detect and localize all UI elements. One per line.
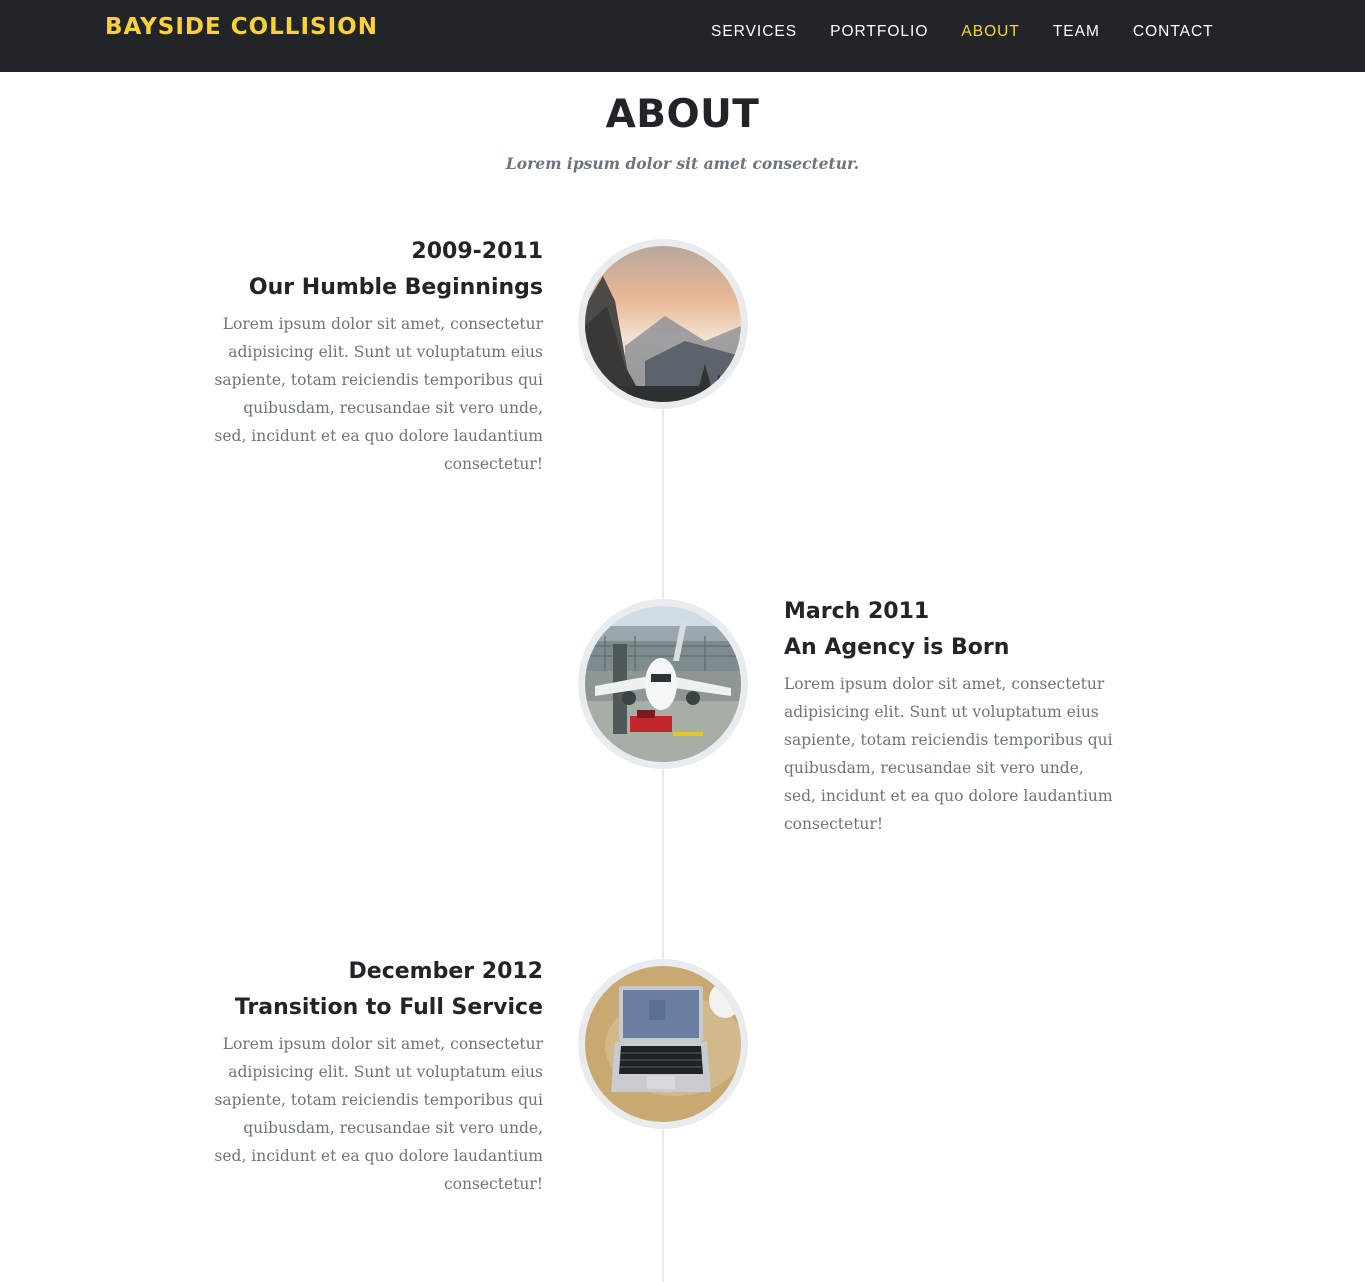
timeline-image-airplane: [578, 599, 748, 769]
nav-link-portfolio[interactable]: PORTFOLIO: [830, 22, 928, 42]
section-heading: ABOUT: [605, 92, 760, 137]
timeline-panel-1: 2009-2011 Our Humble Beginnings Lorem ip…: [213, 234, 543, 478]
timeline-panel-3: December 2012 Transition to Full Service…: [213, 954, 543, 1198]
laptop-on-desk-photo: [585, 966, 741, 1122]
timeline-title: An Agency is Born: [784, 635, 1010, 660]
timeline-body: Lorem ipsum dolor sit amet, consectetur …: [214, 315, 543, 473]
section-subheading: Lorem ipsum dolor sit amet consectetur.: [505, 154, 860, 173]
nav-links: SERVICES PORTFOLIO ABOUT TEAM CONTACT: [711, 22, 1214, 42]
brand-logo[interactable]: BAYSIDE COLLISION: [105, 14, 378, 40]
timeline-date: March 2011: [784, 599, 930, 624]
mountain-valley-photo: [585, 246, 741, 402]
timeline-title: Transition to Full Service: [234, 995, 543, 1020]
timeline-body: Lorem ipsum dolor sit amet, consectetur …: [214, 1035, 543, 1193]
nav-link-services[interactable]: SERVICES: [711, 22, 797, 42]
timeline-image-mountain: [578, 239, 748, 409]
timeline-date: December 2012: [348, 959, 543, 984]
timeline-panel-2: March 2011 An Agency is Born Lorem ipsum…: [784, 594, 1114, 838]
timeline-title: Our Humble Beginnings: [248, 275, 543, 300]
airplane-on-tarmac-photo: [585, 606, 741, 762]
nav-link-about[interactable]: ABOUT: [961, 22, 1019, 42]
timeline-date: 2009-2011: [411, 239, 543, 264]
nav-link-contact[interactable]: CONTACT: [1133, 22, 1214, 42]
timeline-image-laptop: [578, 959, 748, 1129]
main-navbar: BAYSIDE COLLISION SERVICES PORTFOLIO ABO…: [0, 0, 1365, 72]
timeline-body: Lorem ipsum dolor sit amet, consectetur …: [784, 675, 1113, 833]
nav-link-team[interactable]: TEAM: [1053, 22, 1100, 42]
